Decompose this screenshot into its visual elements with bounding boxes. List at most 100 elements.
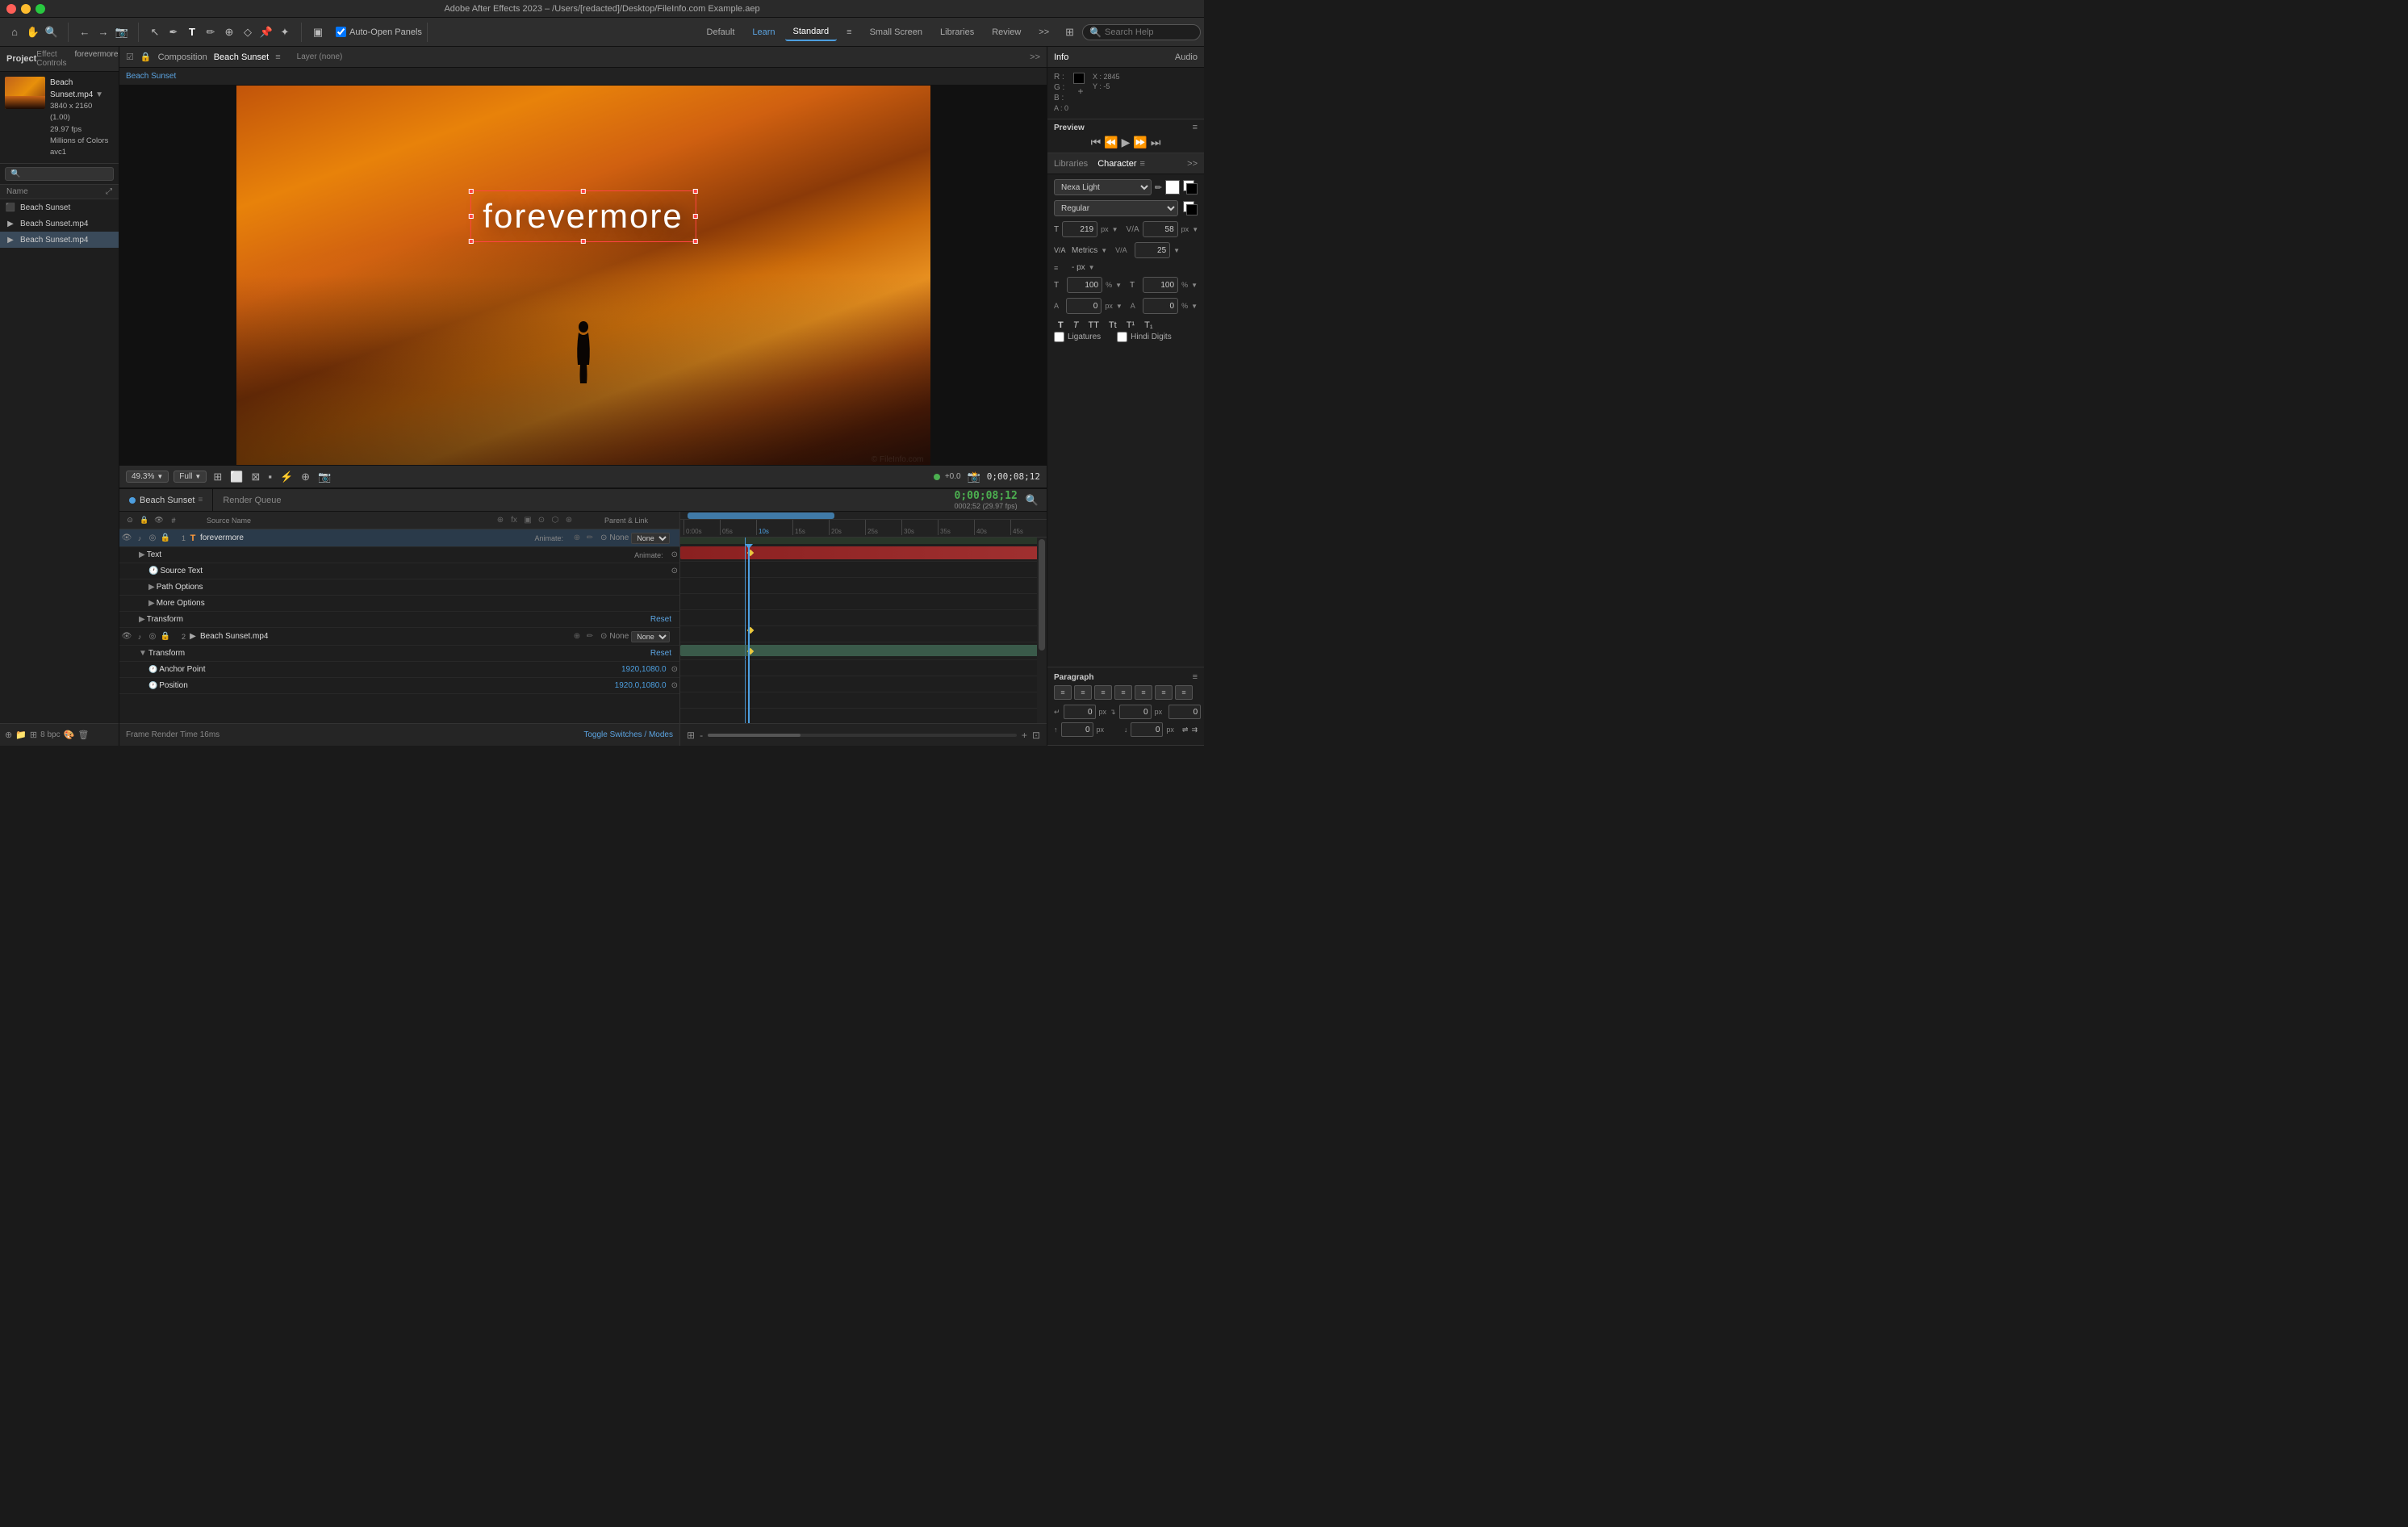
delete-icon[interactable]: 🗑 [77,730,89,740]
pixel-aspect-icon[interactable]: ▪ [266,469,274,484]
table-row[interactable]: 👁 ♪ ◎ 🔒 1 T forevermore Animate: ⊕ ✏ ⊙ [119,529,679,547]
snapshot-icon[interactable]: 📸 [966,469,982,485]
prev-play[interactable]: ▶ [1122,136,1131,149]
panel-toggle[interactable]: ⊞ [1065,26,1074,39]
paint-icon[interactable]: ✏ [203,24,219,40]
stopwatch-icon[interactable]: ⊙ [671,567,678,575]
camera-icon[interactable]: 📷 [316,469,332,485]
folder-icon[interactable]: 📁 [15,730,27,740]
align-right-btn[interactable]: ≡ [1094,685,1112,700]
close-button[interactable] [6,4,16,14]
layer-switch-3[interactable]: ⊕ [571,631,583,642]
layer-bar-1[interactable] [680,546,1047,559]
list-item[interactable]: ▶ Beach Sunset.mp4 [0,215,119,232]
minimize-button[interactable] [21,4,31,14]
comp-create-icon[interactable]: ⊞ [30,730,37,740]
viewer-timecode[interactable]: 0;00;08;12 [987,471,1040,482]
text-overlay[interactable]: forevermore [483,197,683,236]
lock-icon-2[interactable]: 🔒 [160,631,171,642]
baseline-input[interactable] [1066,298,1102,314]
anchor-clock-icon[interactable]: 🕐 [148,665,157,674]
subscript-btn[interactable]: T₁ [1140,319,1156,332]
nav-scroll-indicator[interactable] [688,512,834,519]
layer-switch-2[interactable]: ✏ [584,533,596,544]
zoom-in-icon[interactable]: + [1022,730,1027,741]
font-family-select[interactable]: Nexa Light [1054,179,1152,195]
tsume-dropdown[interactable]: ▼ [1191,303,1198,310]
interpret-icon[interactable]: ⊕ [5,730,12,740]
workspace-review[interactable]: Review [984,24,1029,40]
transparency-icon[interactable]: ⊠ [249,469,261,485]
stroke-swatch[interactable] [1186,183,1198,195]
timeline-comp-tab[interactable]: Beach Sunset ≡ [119,489,213,511]
space-before-input[interactable] [1061,722,1093,737]
workspace-learn[interactable]: Learn [744,24,783,40]
transform-expand-icon[interactable]: ▶ [139,615,145,624]
preview-menu[interactable]: ≡ [1193,123,1198,132]
render-queue-tab[interactable]: Render Queue [213,489,291,511]
tl-timecode[interactable]: 0;00;08;12 [955,490,1018,502]
vertical-scrollbar[interactable] [1037,538,1047,723]
scale-v-input[interactable] [1143,277,1178,293]
space-after-input[interactable] [1131,722,1163,737]
window-controls[interactable] [6,4,45,14]
star-icon[interactable]: ✦ [277,24,293,40]
layer-switch-1[interactable]: ⊕ [571,533,583,544]
search-input[interactable] [1105,27,1194,37]
keyframe-icon[interactable]: ⊙ [671,550,678,559]
pin-icon[interactable]: 📌 [258,24,274,40]
anchor-value[interactable]: 1920,1080.0 [621,665,667,674]
align-left-btn[interactable]: ≡ [1054,685,1072,700]
hand-icon[interactable]: ✋ [25,24,41,40]
playhead[interactable] [748,544,750,723]
ltr-icon[interactable]: ⇉ [1191,726,1198,734]
metrics-dropdown[interactable]: ▼ [1101,247,1107,254]
tracking-input[interactable] [1143,221,1178,237]
para-menu[interactable]: ≡ [1193,672,1198,682]
small-caps-btn[interactable]: Tt [1105,319,1121,332]
work-area[interactable] [680,538,1047,544]
effect-controls-tab[interactable]: Effect Controls [36,50,66,68]
faux-italic-btn[interactable]: T [1069,319,1083,332]
font-size-input[interactable] [1062,221,1097,237]
parent-select-2[interactable]: None [631,631,670,642]
add-color-icon[interactable]: + [1078,86,1084,97]
select-icon[interactable]: ↖ [147,24,163,40]
solo-icon-2[interactable]: ◎ [147,631,158,642]
scale-h-input[interactable] [1067,277,1102,293]
auto-open-panels-checkbox[interactable] [336,27,346,37]
prev-back[interactable]: ⏪ [1104,136,1118,149]
workspace-overflow[interactable]: >> [1031,24,1057,40]
resolution-icon[interactable]: ⊞ [211,469,224,485]
transform-expand-icon-2[interactable]: ▼ [139,649,147,658]
lock-icon[interactable]: 🔒 [160,533,171,544]
visibility-icon[interactable]: 👁 [121,533,132,544]
indent-dropdown[interactable]: ▼ [1089,264,1095,271]
indent-left-input[interactable] [1064,705,1096,719]
faux-bold-btn[interactable]: T [1054,319,1068,332]
solo-icon[interactable]: ◎ [147,533,158,544]
layer-bar-2[interactable] [680,645,1047,656]
handle-tl[interactable] [468,189,473,194]
table-row[interactable]: 👁 ♪ ◎ 🔒 2 ▶ Beach Sunset.mp4 ⊕ ✏ ⊙ None [119,628,679,646]
pos-keyframe[interactable]: ⊙ [671,681,678,690]
search-bar[interactable]: 🔍 [1082,24,1201,40]
comp-expand-icon[interactable]: >> [1030,52,1040,62]
kerning-dropdown[interactable]: ▼ [1173,247,1180,254]
tracking-dropdown[interactable]: ▼ [1192,226,1198,233]
font-style-select[interactable]: Regular [1054,200,1178,216]
handle-ml[interactable] [468,214,473,219]
audio-icon[interactable]: ♪ [134,533,145,544]
character-tab[interactable]: Character [1097,159,1136,169]
font-size-dropdown[interactable]: ▼ [1112,226,1118,233]
ligatures-checkbox[interactable] [1054,332,1064,342]
home-icon[interactable]: ⌂ [6,24,23,40]
workspace-smallscreen[interactable]: Small Screen [862,24,930,40]
justify-center-btn[interactable]: ≡ [1135,685,1152,700]
quality-control[interactable]: Full ▼ [173,471,207,483]
stroke-swatch-2[interactable] [1186,204,1198,215]
parent-select[interactable]: None [631,533,670,544]
stamp-icon[interactable]: ⊕ [221,24,237,40]
workspace-default[interactable]: Default [699,24,743,40]
toggle-switches[interactable]: Toggle Switches / Modes [583,730,673,739]
